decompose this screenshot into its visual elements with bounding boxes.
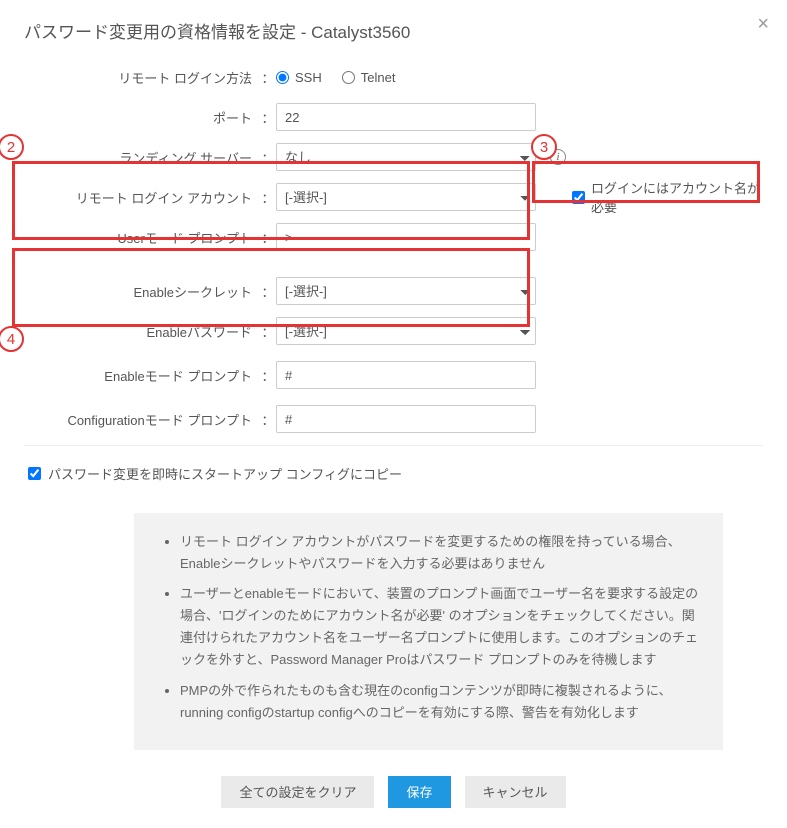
label-user-mode-prompt: Userモード プロンプト <box>24 228 260 247</box>
enable-password-select[interactable]: [-選択-] <box>276 317 536 345</box>
port-input[interactable] <box>276 103 536 131</box>
annotation-circle-2: 2 <box>0 134 24 160</box>
clear-button[interactable]: 全ての設定をクリア <box>221 776 374 808</box>
label-port: ポート <box>24 108 260 127</box>
info-note-3: PMPの外で作られたものも含む現在のconfigコンテンツが即時に複製されるよう… <box>180 680 699 724</box>
label-enable-mode-prompt: Enableモード プロンプト <box>24 366 260 385</box>
user-mode-prompt-input[interactable] <box>276 223 536 251</box>
label-enable-password: Enableパスワード <box>24 322 260 341</box>
radio-telnet-input[interactable] <box>342 71 355 84</box>
divider <box>24 445 763 446</box>
login-requires-account-checkbox[interactable] <box>572 191 585 204</box>
label-enable-secret: Enableシークレット <box>24 282 260 301</box>
close-icon[interactable]: × <box>757 14 769 34</box>
cancel-button[interactable]: キャンセル <box>465 776 566 808</box>
info-note-1: リモート ログイン アカウントがパスワードを変更するための権限を持っている場合、… <box>180 531 699 575</box>
label-landing-server: ランディング サーバー <box>24 148 260 167</box>
radio-telnet[interactable]: Telnet <box>342 70 396 85</box>
annotation-circle-4: 4 <box>0 326 24 352</box>
label-remote-login-account: リモート ログイン アカウント <box>24 188 260 207</box>
radio-ssh[interactable]: SSH <box>276 70 322 85</box>
copy-startup-label: パスワード変更を即時にスタートアップ コンフィグにコピー <box>48 464 402 483</box>
landing-server-select[interactable]: なし <box>276 143 536 171</box>
copy-startup-checkbox[interactable] <box>28 467 41 480</box>
info-box: リモート ログイン アカウントがパスワードを変更するための権限を持っている場合、… <box>134 513 723 750</box>
label-config-mode-prompt: Configurationモード プロンプト <box>24 410 260 429</box>
label-remote-login-method: リモート ログイン方法 <box>24 68 260 87</box>
remote-login-account-select[interactable]: [-選択-] <box>276 183 536 211</box>
login-requires-account-label: ログインにはアカウント名が必要 <box>591 178 763 216</box>
info-icon[interactable]: i <box>550 149 566 165</box>
config-mode-prompt-input[interactable] <box>276 405 536 433</box>
enable-secret-select[interactable]: [-選択-] <box>276 277 536 305</box>
enable-mode-prompt-input[interactable] <box>276 361 536 389</box>
dialog-title: パスワード変更用の資格情報を設定 - Catalyst3560 <box>24 18 763 43</box>
save-button[interactable]: 保存 <box>388 776 450 808</box>
info-note-2: ユーザーとenableモードにおいて、装置のプロンプト画面でユーザー名を要求する… <box>180 583 699 671</box>
radio-ssh-input[interactable] <box>276 71 289 84</box>
